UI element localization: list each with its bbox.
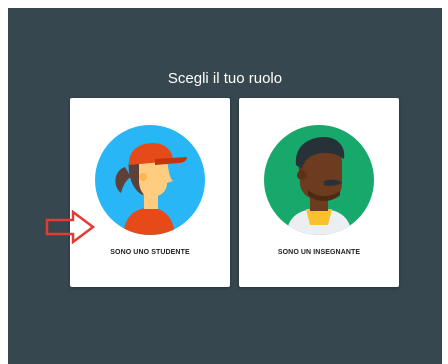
teacher-avatar-icon [264, 125, 374, 235]
student-role-label: SONO UNO STUDENTE [110, 249, 190, 256]
red-arrow-icon [45, 210, 96, 244]
role-selection-dialog: Scegli il tuo ruolo SONO UNO STUDENTE SO… [8, 8, 442, 364]
dialog-title: Scegli il tuo ruolo [167, 70, 283, 87]
student-avatar-icon [95, 125, 205, 235]
student-role-card[interactable]: SONO UNO STUDENTE [70, 98, 230, 287]
teacher-role-label: SONO UN INSEGNANTE [277, 249, 361, 256]
page: Scegli il tuo ruolo SONO UNO STUDENTE SO… [0, 0, 448, 364]
teacher-role-card[interactable]: SONO UN INSEGNANTE [239, 98, 399, 287]
